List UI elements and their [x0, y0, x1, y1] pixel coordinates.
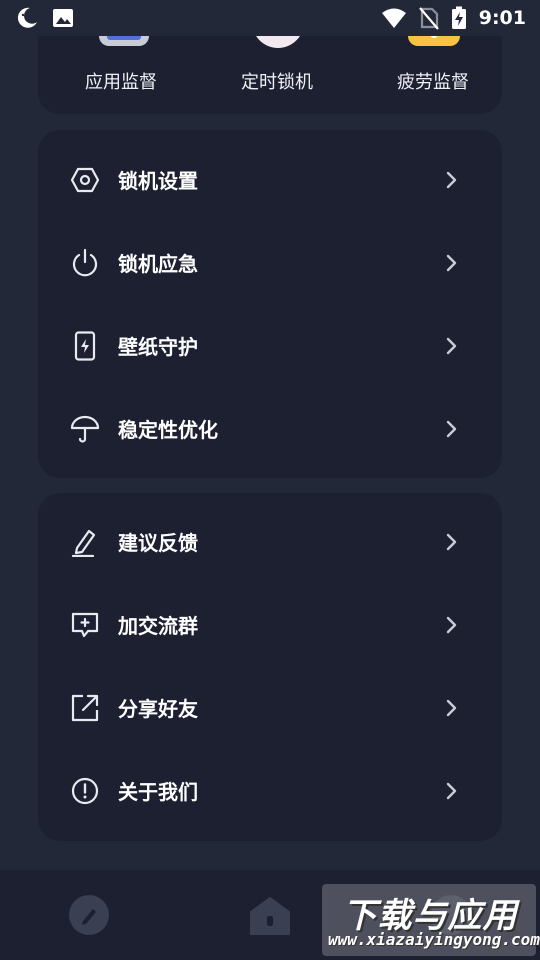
menu-item-lock-settings[interactable]: 锁机设置	[38, 138, 502, 221]
fatigue-monitor-label: 疲劳监督	[397, 72, 469, 93]
menu-label: 关于我们	[118, 780, 198, 804]
menu-label: 壁纸守护	[118, 335, 198, 359]
status-left	[14, 5, 74, 31]
chevron-right-icon	[446, 533, 457, 550]
pen-icon	[71, 529, 96, 557]
menu-label: 加交流群	[118, 614, 198, 638]
chevron-right-icon	[446, 337, 457, 354]
status-bar: 9:01	[0, 0, 540, 36]
status-right: 9:01	[381, 6, 526, 30]
more-card: 建议反馈 加交流群 分享好友 关于我们	[38, 493, 502, 841]
menu-item-stability[interactable]: 稳定性优化	[38, 387, 502, 470]
chevron-right-icon	[446, 616, 457, 633]
chevron-right-icon	[446, 171, 457, 188]
menu-item-feedback[interactable]: 建议反馈	[38, 500, 502, 583]
chat-plus-icon	[71, 612, 99, 637]
battery-charging-icon	[451, 6, 466, 29]
menu-label: 锁机应急	[118, 252, 198, 276]
menu-item-join-group[interactable]: 加交流群	[38, 583, 502, 666]
chevron-right-icon	[446, 782, 457, 799]
clock: 9:01	[478, 7, 526, 29]
info-icon	[71, 777, 99, 804]
image-icon	[53, 9, 73, 27]
home-nav-icon[interactable]	[249, 894, 291, 936]
app-monitor-label: 应用监督	[85, 72, 157, 93]
moon-icon	[17, 7, 37, 28]
pen-nav-icon[interactable]	[68, 894, 110, 936]
menu-item-lock-emergency[interactable]: 锁机应急	[38, 221, 502, 304]
menu-label: 稳定性优化	[118, 418, 218, 442]
no-sim-icon	[418, 7, 439, 30]
menu-item-share[interactable]: 分享好友	[38, 666, 502, 749]
menu-label: 建议反馈	[118, 531, 198, 555]
timer-lock-label: 定时锁机	[241, 72, 313, 93]
menu-item-wallpaper-guard[interactable]: 壁纸守护	[38, 304, 502, 387]
menu-label: 分享好友	[118, 697, 198, 721]
chevron-right-icon	[446, 699, 457, 716]
umbrella-icon	[70, 415, 100, 443]
chevron-right-icon	[446, 254, 457, 271]
watermark-url: www.xiazaiyingyong.com	[328, 930, 540, 949]
share-icon	[71, 694, 99, 721]
hexagon-settings-icon	[70, 167, 100, 192]
watermark-logo: 下载与应用 www.xiazaiyingyong.com	[322, 884, 540, 956]
settings-card: 锁机设置 锁机应急 壁纸守护 稳定性优化	[38, 130, 502, 478]
power-icon	[72, 248, 98, 276]
menu-label: 锁机设置	[118, 169, 198, 193]
phone-bolt-icon	[74, 330, 96, 361]
chevron-right-icon	[446, 420, 457, 437]
menu-item-about[interactable]: 关于我们	[38, 749, 502, 832]
wifi-icon	[381, 8, 406, 28]
